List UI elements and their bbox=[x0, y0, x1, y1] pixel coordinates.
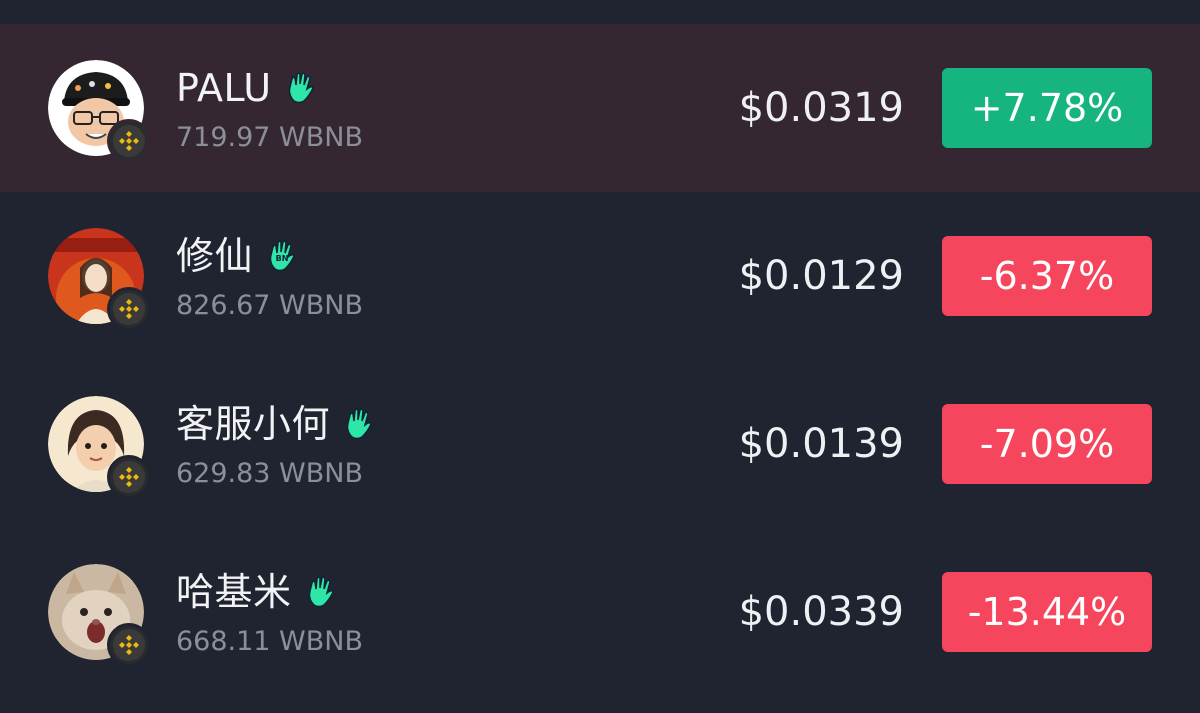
token-liquidity: 629.83 WBNB bbox=[176, 458, 363, 489]
token-price: $0.0129 bbox=[738, 253, 904, 299]
token-avatar-wrap bbox=[48, 60, 151, 163]
token-row-hajimi[interactable]: 哈基米 668.11 WBNB $0.0339 -13.44% bbox=[0, 528, 1200, 696]
token-price: $0.0339 bbox=[738, 589, 904, 635]
token-info: PALU 719.97 WBNB bbox=[176, 64, 363, 156]
bnb-chain-icon bbox=[107, 287, 151, 331]
token-name: 哈基米 bbox=[176, 570, 292, 614]
token-liquidity: 668.11 WBNB bbox=[176, 626, 363, 657]
waving-hand-icon bbox=[308, 576, 334, 608]
bnb-chain-icon bbox=[107, 623, 151, 667]
token-list: PALU 719.97 WBNB $0.0319 +7.78% 修仙 BN 82… bbox=[0, 24, 1200, 696]
bnb-chain-icon bbox=[107, 119, 151, 163]
token-avatar-wrap bbox=[48, 396, 151, 499]
token-liquidity: 719.97 WBNB bbox=[176, 122, 363, 153]
token-info: 客服小何 629.83 WBNB bbox=[176, 400, 374, 492]
price-change-badge[interactable]: -7.09% bbox=[942, 404, 1152, 484]
price-change-badge[interactable]: -13.44% bbox=[942, 572, 1152, 652]
token-liquidity: 826.67 WBNB bbox=[176, 290, 363, 321]
token-price: $0.0319 bbox=[738, 85, 904, 131]
token-info: 修仙 BN 826.67 WBNB bbox=[176, 232, 363, 324]
token-row-xiuxian[interactable]: 修仙 BN 826.67 WBNB $0.0129 -6.37% bbox=[0, 192, 1200, 360]
token-row-palu[interactable]: PALU 719.97 WBNB $0.0319 +7.78% bbox=[0, 24, 1200, 192]
bnb-chain-icon bbox=[107, 455, 151, 499]
price-change-badge[interactable]: +7.78% bbox=[942, 68, 1152, 148]
waving-hand-icon bbox=[346, 408, 372, 440]
token-name: 修仙 bbox=[176, 234, 254, 278]
waving-hand-icon bbox=[288, 72, 314, 104]
token-name: 客服小何 bbox=[176, 402, 331, 446]
token-info: 哈基米 668.11 WBNB bbox=[176, 568, 363, 660]
token-name: PALU bbox=[176, 66, 272, 110]
bn-hand-icon: BN bbox=[269, 240, 295, 272]
price-change-badge[interactable]: -6.37% bbox=[942, 236, 1152, 316]
token-avatar-wrap bbox=[48, 564, 151, 667]
token-row-kefuxiaohe[interactable]: 客服小何 629.83 WBNB $0.0139 -7.09% bbox=[0, 360, 1200, 528]
token-price: $0.0139 bbox=[738, 421, 904, 467]
bn-hand-label: BN bbox=[276, 254, 289, 263]
token-avatar-wrap bbox=[48, 228, 151, 331]
